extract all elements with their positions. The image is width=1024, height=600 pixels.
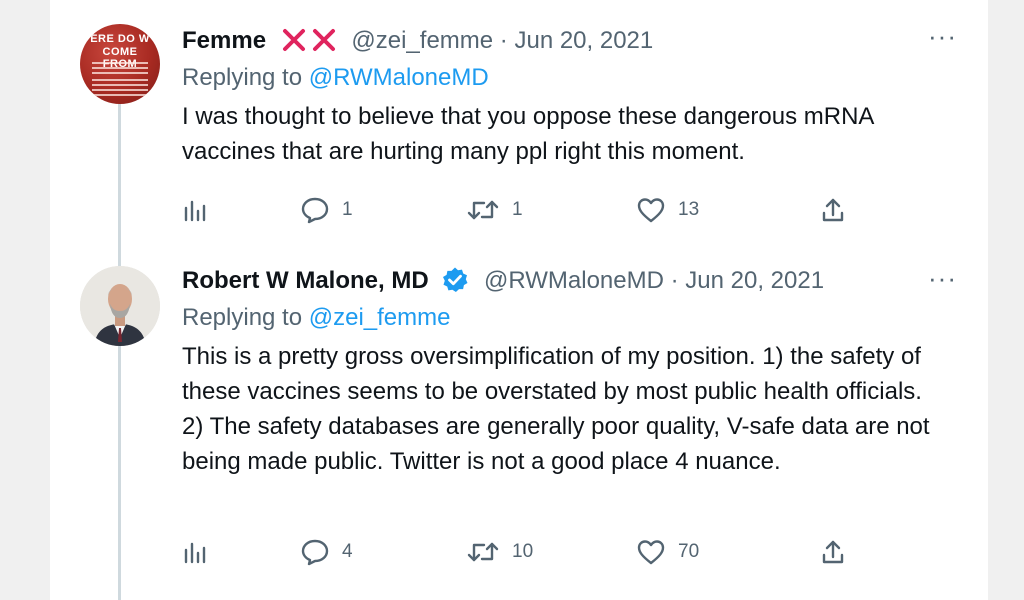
retweet-count: 1 xyxy=(512,199,523,220)
like-count: 70 xyxy=(678,541,700,562)
analytics-button[interactable] xyxy=(182,537,208,567)
retweet-button[interactable]: 10 xyxy=(466,537,533,567)
tweet-date[interactable]: Jun 20, 2021 xyxy=(685,267,824,294)
cross-mark-icon xyxy=(281,27,337,53)
replying-to: Replying to @zei_femme xyxy=(182,304,451,332)
tweet-actions: 4 10 70 xyxy=(0,537,1024,567)
tweet-text: I was thought to believe that you oppose… xyxy=(182,103,874,165)
verified-badge-icon xyxy=(441,266,469,294)
tweet-malone[interactable]: Robert W Malone, MD @RWMaloneMD · Jun 20… xyxy=(0,250,1024,600)
tweet-femme[interactable]: ERE DO W COME FROM Femme @zei_femme · Ju… xyxy=(0,0,1024,250)
like-button[interactable]: 13 xyxy=(636,195,699,225)
user-handle[interactable]: @RWMaloneMD xyxy=(484,267,664,294)
heart-icon xyxy=(637,198,665,223)
analytics-icon xyxy=(184,200,206,222)
header-separator: · xyxy=(493,27,515,54)
tweet-date[interactable]: Jun 20, 2021 xyxy=(514,27,653,54)
user-handle[interactable]: @zei_femme xyxy=(351,27,493,54)
reply-icon xyxy=(301,197,329,224)
reply-count: 1 xyxy=(342,199,353,220)
replying-to-handle[interactable]: @zei_femme xyxy=(309,304,451,331)
retweet-button[interactable]: 1 xyxy=(466,195,523,225)
analytics-button[interactable] xyxy=(182,195,208,225)
retweet-count: 10 xyxy=(512,541,534,562)
avatar-text-line-1: ERE DO W xyxy=(90,33,150,45)
retweet-icon xyxy=(467,200,499,220)
replying-to-handle[interactable]: @RWMaloneMD xyxy=(309,64,489,91)
heart-icon xyxy=(637,540,665,565)
like-count: 13 xyxy=(678,199,700,220)
more-options-icon[interactable]: ··· xyxy=(928,265,968,292)
tweet-header: Robert W Malone, MD @RWMaloneMD · Jun 20… xyxy=(182,266,824,296)
share-button[interactable] xyxy=(820,195,846,225)
display-name[interactable]: Femme xyxy=(182,27,266,54)
display-name[interactable]: Robert W Malone, MD xyxy=(182,267,429,294)
analytics-icon xyxy=(184,542,206,564)
share-button[interactable] xyxy=(820,537,846,567)
replying-to: Replying to @RWMaloneMD xyxy=(182,64,489,92)
reply-button[interactable]: 1 xyxy=(300,195,353,225)
like-button[interactable]: 70 xyxy=(636,537,699,567)
avatar[interactable] xyxy=(80,266,160,346)
replying-to-label: Replying to xyxy=(182,304,303,331)
avatar[interactable]: ERE DO W COME FROM xyxy=(80,24,160,104)
share-icon xyxy=(822,540,844,564)
tweet-text: This is a pretty gross oversimplificatio… xyxy=(182,343,930,475)
replying-to-label: Replying to xyxy=(182,64,303,91)
share-icon xyxy=(822,198,844,222)
reply-button[interactable]: 4 xyxy=(300,537,353,567)
retweet-icon xyxy=(467,542,499,562)
header-separator: · xyxy=(663,267,686,294)
reply-icon xyxy=(301,539,329,566)
tweet-header: Femme @zei_femme · Jun 20, 2021 xyxy=(182,26,653,56)
more-options-icon[interactable]: ··· xyxy=(928,23,968,50)
reply-count: 4 xyxy=(342,541,353,562)
tweet-actions: 1 1 13 xyxy=(0,195,1024,225)
